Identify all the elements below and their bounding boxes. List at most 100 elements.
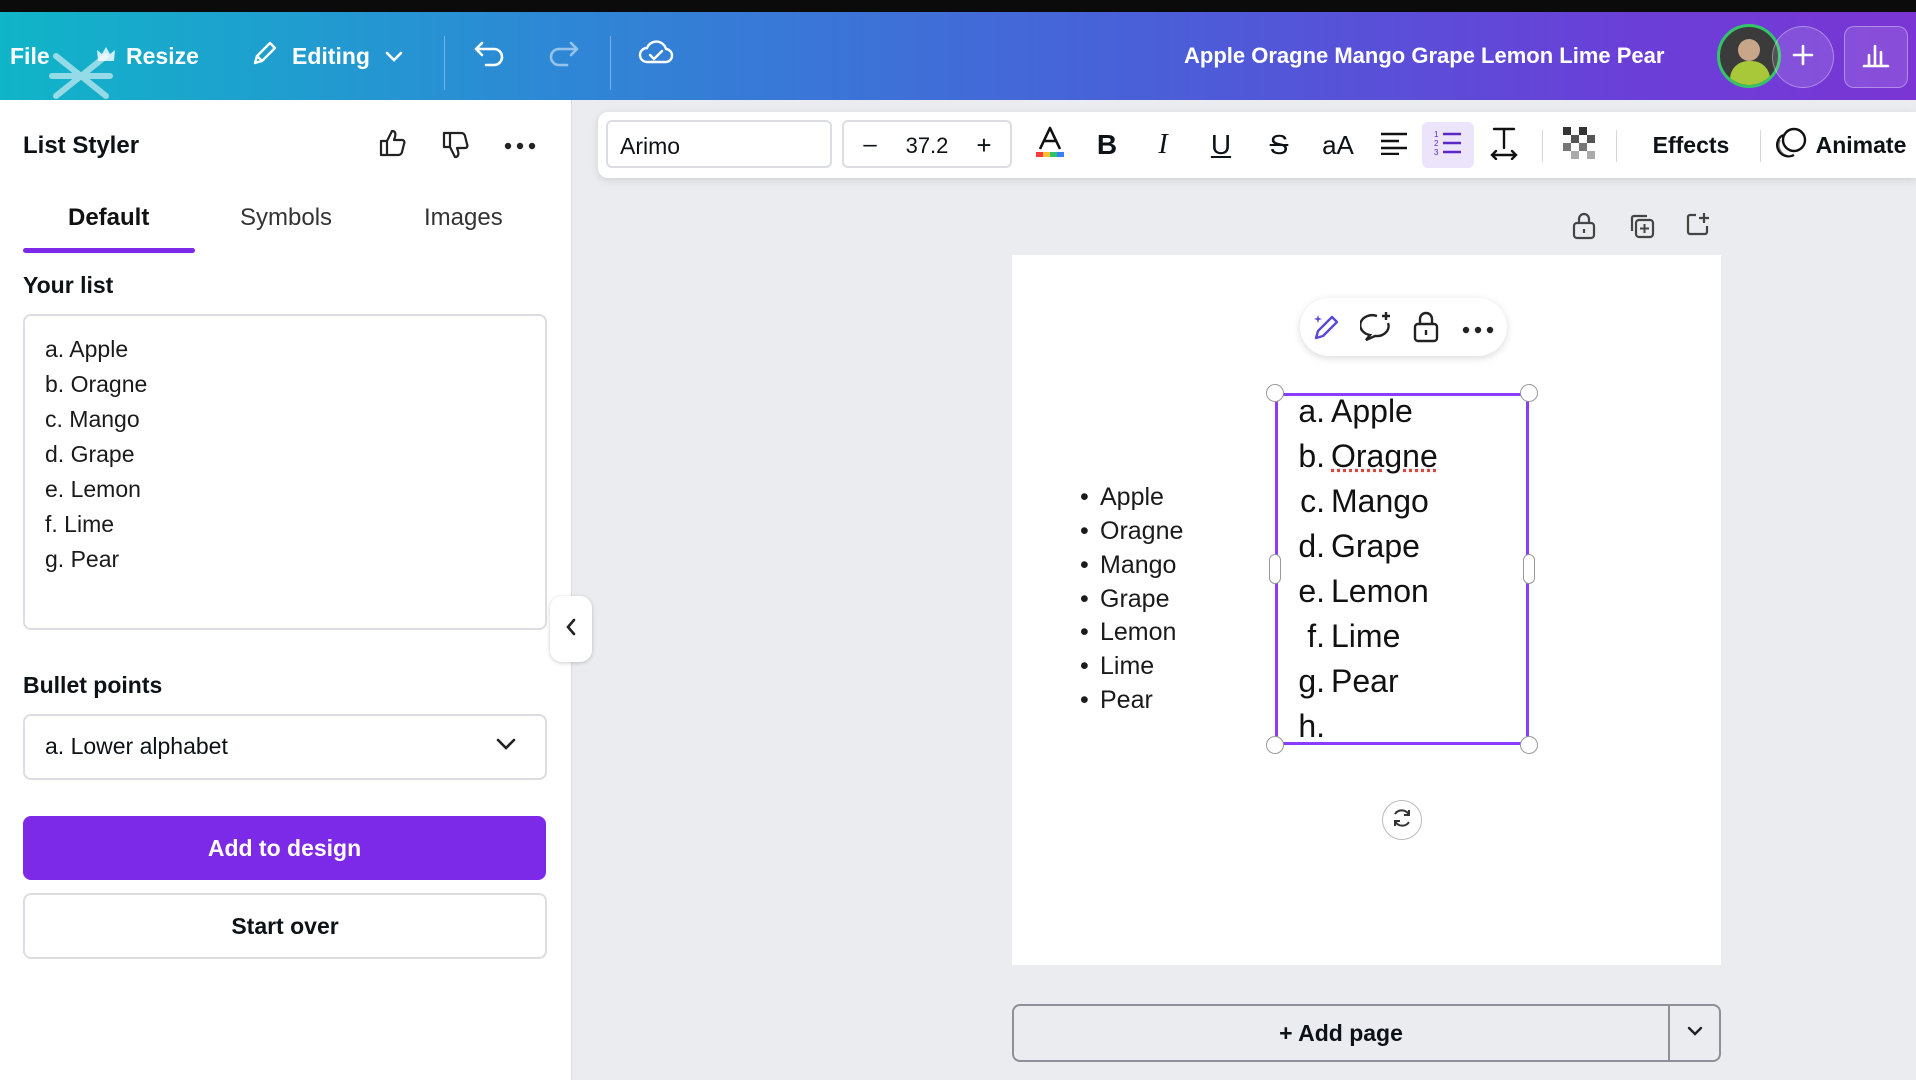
transparency-button[interactable] [1556, 112, 1602, 178]
effects-button[interactable]: Effects [1632, 112, 1750, 178]
list-line: f. Lime [45, 511, 115, 537]
align-button[interactable] [1368, 112, 1420, 178]
animate-label: Animate [1815, 131, 1907, 158]
ordered-list-item: Pear [1331, 663, 1399, 699]
lock-element-button[interactable] [1411, 309, 1441, 348]
resize-handle-left[interactable] [1269, 554, 1281, 584]
editing-label: Editing [292, 42, 370, 69]
text-toolbar: Arimo – 37.2 + B I U S aA 123 Effects An… [598, 112, 1916, 178]
tab-images[interactable]: Images [424, 204, 503, 232]
magic-pencil-icon [1310, 315, 1344, 348]
chevron-down-icon [495, 736, 517, 757]
resize-handle-right[interactable] [1523, 554, 1535, 584]
thumbs-up-button[interactable] [378, 128, 408, 163]
spacing-button[interactable] [1478, 112, 1530, 178]
list-textarea[interactable]: a. Apple b. Oragne c. Mango d. Grape e. … [23, 314, 547, 630]
your-list-label: Your list [23, 272, 114, 298]
text-color-button[interactable] [1022, 112, 1078, 178]
toolbar-divider [1760, 130, 1761, 162]
resize-handle-bottom-left[interactable] [1266, 736, 1284, 754]
add-comment-button[interactable] [1359, 310, 1394, 349]
start-over-button[interactable]: Start over [23, 893, 547, 959]
editing-mode-button[interactable]: Editing [250, 12, 404, 100]
header-divider [444, 36, 445, 90]
active-tab-indicator [23, 248, 195, 253]
list-line: a. Apple [45, 336, 129, 362]
svg-text:2: 2 [1434, 139, 1439, 148]
bar-chart-icon [1861, 41, 1891, 74]
lock-icon [1411, 311, 1441, 347]
collapse-panel-button[interactable] [550, 596, 592, 662]
animate-button[interactable]: Animate [1766, 112, 1916, 178]
letter-case-button[interactable]: aA [1310, 112, 1366, 178]
decrease-font-size-button[interactable]: – [858, 131, 882, 159]
transparency-icon [1563, 126, 1595, 164]
svg-text:1: 1 [1434, 130, 1439, 139]
list-styler-panel: List Styler Default Symbols Images Your … [0, 100, 572, 1080]
add-page-icon [1684, 213, 1712, 242]
thumbs-up-icon [378, 129, 408, 162]
magic-edit-button[interactable] [1310, 310, 1344, 349]
strikethrough-button[interactable]: S [1254, 112, 1304, 178]
list-line: e. Lemon [45, 476, 141, 502]
comment-plus-icon [1359, 312, 1394, 348]
font-family-dropdown[interactable]: Arimo [606, 120, 832, 168]
canvas-bullet-item: Grape [1080, 585, 1170, 614]
ordered-list-marker: h. [1298, 708, 1325, 744]
tab-symbols[interactable]: Symbols [240, 204, 332, 232]
ordered-list-item: Lemon [1331, 573, 1429, 609]
increase-font-size-button[interactable]: + [972, 130, 996, 161]
top-header: File Resize Editing Apple Oragne Mango G… [0, 12, 1916, 100]
chevron-left-icon [564, 617, 578, 642]
rotate-icon [1391, 807, 1413, 834]
ordered-list-marker: b. [1298, 438, 1325, 474]
add-to-design-button[interactable]: Add to design [23, 816, 546, 880]
canvas-bullet-item: Oragne [1080, 517, 1183, 546]
plus-icon [1792, 44, 1814, 71]
resize-handle-top-right[interactable] [1520, 384, 1538, 402]
list-line: d. Grape [45, 441, 135, 467]
font-size-input[interactable]: 37.2 [894, 133, 960, 159]
undo-icon [472, 38, 506, 74]
undo-button[interactable] [472, 12, 506, 100]
thumbs-down-icon [441, 131, 471, 164]
rotate-handle[interactable] [1382, 800, 1422, 840]
bullet-style-select[interactable]: a. Lower alphabet [23, 714, 547, 780]
underline-button[interactable]: U [1196, 112, 1246, 178]
list-button[interactable]: 123 [1422, 122, 1474, 168]
file-menu[interactable]: File [10, 12, 50, 100]
add-page-button[interactable]: + Add page [1014, 1006, 1668, 1060]
duplicate-icon [1628, 214, 1656, 244]
ordered-list-item: Grape [1331, 528, 1420, 564]
duplicate-page-button[interactable] [1628, 212, 1656, 245]
lock-page-button[interactable] [1570, 210, 1598, 245]
invite-button[interactable] [1772, 26, 1834, 88]
chevron-down-icon [1686, 1024, 1704, 1042]
animate-icon [1775, 126, 1808, 164]
ordered-list-marker: d. [1298, 528, 1325, 564]
redo-button[interactable] [547, 12, 581, 100]
more-options-button[interactable] [504, 138, 536, 156]
toolbar-divider [1542, 130, 1543, 162]
cloud-save-button[interactable] [638, 12, 674, 100]
toolbar-divider [1616, 130, 1617, 162]
add-page-options-button[interactable] [1670, 1006, 1719, 1060]
bold-button[interactable]: B [1082, 112, 1132, 178]
add-page-top-button[interactable] [1684, 210, 1712, 243]
insights-button[interactable] [1844, 26, 1908, 88]
resize-handle-bottom-right[interactable] [1520, 736, 1538, 754]
element-context-bar [1300, 298, 1507, 356]
thumbs-down-button[interactable] [441, 130, 471, 165]
pencil-icon [250, 38, 280, 74]
document-title[interactable]: Apple Oragne Mango Grape Lemon Lime Pear [1184, 12, 1664, 100]
italic-button[interactable]: I [1138, 112, 1188, 178]
canvas-bullet-item: Mango [1080, 551, 1177, 580]
resize-handle-top-left[interactable] [1266, 384, 1284, 402]
more-horizontal-icon [1462, 322, 1494, 339]
panel-title: List Styler [23, 132, 140, 159]
ordered-list-marker: f. [1307, 618, 1325, 654]
top-strip [0, 0, 1916, 12]
list-line: b. Oragne [45, 371, 148, 397]
more-options-button[interactable] [1462, 322, 1494, 340]
tab-default[interactable]: Default [68, 204, 149, 232]
